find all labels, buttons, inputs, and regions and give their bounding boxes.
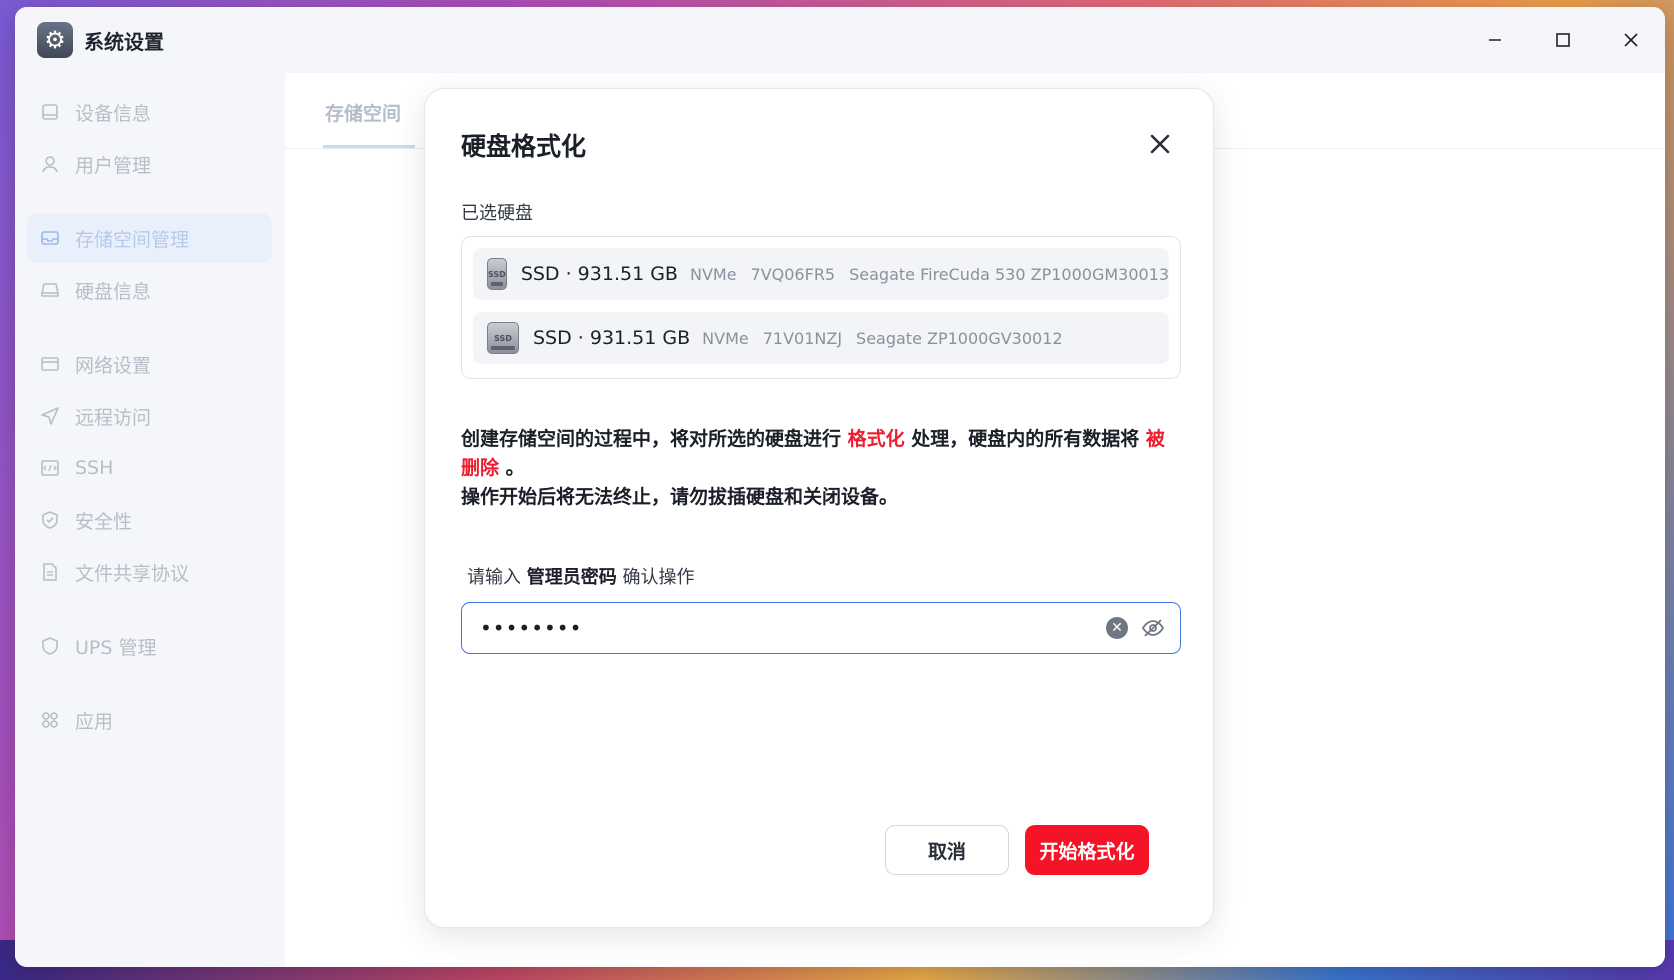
sidebar-item-device-info[interactable]: 设备信息	[27, 87, 272, 137]
disk-capacity: SSD · 931.51 GB	[533, 327, 691, 349]
title-bar: ⚙ 系统设置	[15, 7, 1665, 73]
sidebar-item-label: 远程访问	[75, 406, 152, 429]
sidebar-item-label: 硬盘信息	[75, 280, 152, 303]
close-window-button[interactable]	[1597, 7, 1665, 73]
network-icon	[39, 353, 61, 375]
clear-input-icon[interactable]: ✕	[1106, 617, 1128, 639]
start-format-button[interactable]: 开始格式化	[1025, 825, 1149, 875]
sidebar-item-apps[interactable]: 应用	[27, 695, 272, 745]
window-controls	[1461, 7, 1665, 73]
sidebar-item-label: 安全性	[75, 510, 133, 533]
maximize-button[interactable]	[1529, 7, 1597, 73]
remote-icon	[39, 405, 61, 427]
password-prompt-suffix: 确认操作	[616, 567, 695, 588]
ups-icon	[39, 635, 61, 657]
disk-serial: 7VQ06FR5	[750, 264, 836, 284]
minimize-icon	[1489, 39, 1501, 41]
ssd-icon: SSD	[487, 322, 519, 354]
sidebar-item-label: SSH	[75, 457, 114, 479]
format-disk-dialog: 硬盘格式化 已选硬盘 SSD SSD · 931.51 GB NVMe 7VQ0…	[424, 88, 1214, 928]
tab-storage[interactable]: 存储空间	[325, 99, 401, 126]
password-value: ••••••••	[480, 616, 583, 640]
sidebar-item-label: 网络设置	[75, 354, 152, 377]
shield-icon	[39, 509, 61, 531]
ssh-icon	[39, 457, 61, 479]
sidebar: 设备信息 用户管理 存储空间管理 硬盘信息 网络设置 远程访问 SSH 安全性	[15, 73, 285, 967]
disk-serial: 71V01NZJ	[762, 328, 843, 348]
password-prompt: 请输入 管理员密码 确认操作	[467, 563, 694, 589]
admin-password-input[interactable]: •••••••• ✕	[461, 602, 1181, 654]
maximize-icon	[1556, 33, 1570, 47]
warning-text: 。	[499, 457, 525, 479]
warning-highlight-format: 格式化	[847, 428, 905, 450]
cancel-button[interactable]: 取消	[885, 825, 1009, 875]
disk-interface: NVMe	[689, 264, 737, 284]
dialog-title: 硬盘格式化	[461, 132, 587, 161]
warning-line2: 操作开始后将无法终止，请勿拔插硬盘和关闭设备。	[461, 486, 899, 508]
sidebar-item-user-management[interactable]: 用户管理	[27, 139, 272, 189]
disk-icon	[39, 279, 61, 301]
storage-icon	[39, 227, 61, 249]
sidebar-item-label: 用户管理	[75, 154, 152, 177]
window-title: 系统设置	[84, 29, 164, 54]
sidebar-item-label: UPS 管理	[75, 636, 157, 659]
sidebar-item-security[interactable]: 安全性	[27, 495, 272, 545]
sidebar-item-ssh[interactable]: SSH	[27, 443, 272, 493]
sidebar-item-disk-info[interactable]: 硬盘信息	[27, 265, 272, 315]
format-warning: 创建存储空间的过程中，将对所选的硬盘进行 格式化 处理，硬盘内的所有数据将 被删…	[461, 425, 1181, 512]
selected-disk-list: SSD SSD · 931.51 GB NVMe 7VQ06FR5 Seagat…	[461, 236, 1181, 379]
dialog-close-button[interactable]	[1145, 129, 1175, 159]
sidebar-item-ups[interactable]: UPS 管理	[27, 621, 272, 671]
sidebar-item-file-sharing[interactable]: 文件共享协议	[27, 547, 272, 597]
warning-text: 处理，硬盘内的所有数据将	[904, 428, 1146, 450]
sidebar-item-storage-management[interactable]: 存储空间管理	[27, 213, 272, 263]
password-prompt-prefix: 请输入	[467, 567, 527, 588]
sidebar-item-label: 文件共享协议	[75, 562, 190, 585]
sidebar-item-remote-access[interactable]: 远程访问	[27, 391, 272, 441]
disk-row: SSD SSD · 931.51 GB NVMe 7VQ06FR5 Seagat…	[473, 248, 1169, 300]
close-icon	[1624, 33, 1638, 47]
sidebar-item-network-settings[interactable]: 网络设置	[27, 339, 272, 389]
user-icon	[39, 153, 61, 175]
warning-text: 创建存储空间的过程中，将对所选的硬盘进行	[461, 428, 848, 450]
password-prompt-bold: 管理员密码	[526, 567, 617, 588]
ssd-icon: SSD	[487, 258, 507, 290]
sidebar-item-label: 应用	[75, 710, 114, 733]
selected-disks-label: 已选硬盘	[461, 203, 533, 224]
minimize-button[interactable]	[1461, 7, 1529, 73]
disk-model: Seagate ZP1000GV30012	[856, 328, 1063, 348]
disk-interface: NVMe	[702, 328, 749, 348]
disk-model: Seagate FireCuda 530 ZP1000GM30013	[849, 264, 1170, 284]
apps-icon	[39, 709, 61, 731]
sidebar-item-label: 存储空间管理	[75, 228, 190, 251]
close-icon	[1150, 134, 1170, 154]
device-icon	[39, 101, 61, 123]
disk-capacity: SSD · 931.51 GB	[520, 263, 678, 285]
tab-underline	[323, 145, 415, 148]
settings-gear-icon: ⚙	[37, 22, 73, 58]
file-share-icon	[39, 561, 61, 583]
sidebar-item-label: 设备信息	[75, 102, 152, 125]
hide-password-icon[interactable]	[1140, 617, 1166, 639]
disk-row: SSD SSD · 931.51 GB NVMe 71V01NZJ Seagat…	[473, 312, 1169, 364]
